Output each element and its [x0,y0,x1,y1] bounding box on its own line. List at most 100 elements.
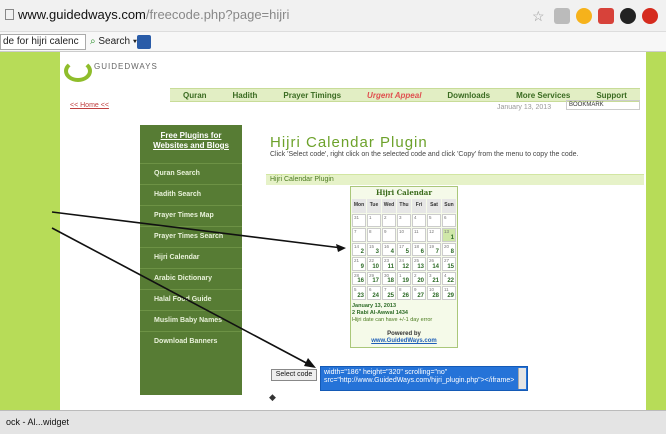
calendar-hijri-day: 3 [399,214,402,220]
extension-icon[interactable] [554,8,570,24]
site-logo[interactable]: GUIDEDWAYS [64,52,184,82]
sidebar-item-muslim-baby-names[interactable]: Muslim Baby Names [140,310,242,330]
toolbar-search-input[interactable]: de for hijri calenc [0,34,86,50]
c-icon[interactable] [576,8,592,24]
calendar-hijri-day: 7 [354,229,357,234]
code-textarea[interactable]: width="186" height="320" scrolling="no" … [320,366,528,391]
calendar-cell: 15 3 [367,242,381,256]
calendar-day-header: Thu [397,199,411,213]
calendar-gregorian-day: 24 [372,292,379,299]
sidebar-item-prayer-times-map[interactable]: Prayer Times Map [140,205,242,225]
calendar-gregorian-day: 5 [405,249,409,255]
sidebar-item-hijri-calendar[interactable]: Hijri Calendar [140,247,242,267]
opera-icon[interactable] [642,8,658,24]
calendar-gregorian-day: 16 [357,278,364,284]
calendar-hijri-day: 18 [414,243,420,249]
calendar-cell: 28 16 [352,271,366,285]
calendar-cell: 8 [367,228,381,242]
nav-quran[interactable]: Quran [183,91,207,100]
calendar-gregorian-day: 29 [447,292,454,299]
select-code-button[interactable]: Select code [271,369,317,381]
sidebar-item-quran-search[interactable]: Quran Search [140,163,242,183]
calendar-hijri-day: 9 [384,229,387,234]
calendar-cell: 22 10 [367,257,381,271]
url-path: /freecode.php?page=hijri [145,7,290,22]
home-link[interactable]: << Home << [70,102,109,109]
calendar-gregorian-day: 3 [375,249,379,255]
calendar-cell: 10 [397,228,411,242]
calendar-gregorian-day: 1 [450,234,454,241]
nav-downloads[interactable]: Downloads [447,91,490,100]
calendar-cell: 5 23 [352,286,366,300]
calendar-hijri-day: 27 [444,258,450,263]
url-field[interactable]: www.guidedways.com/freecode.php?page=hij… [0,7,289,22]
nav-support[interactable]: Support [596,91,627,100]
calendar-day-header: Fri [412,199,426,213]
taskbar [0,410,666,434]
gmail-icon[interactable] [598,8,614,24]
nav-more-services[interactable]: More Services [516,91,570,100]
sidebar-item-arabic-dictionary[interactable]: Arabic Dictionary [140,268,242,288]
sidebar-item-download-banners[interactable]: Download Banners [140,331,242,351]
calendar-day-header: Mon [352,199,366,213]
calendar-gregorian-day: 27 [417,292,424,299]
url-domain: www.guidedways.com [18,7,146,22]
calendar-hijri-day: 5 [354,287,357,292]
bookmark-button[interactable]: BOOKMARK [566,100,640,110]
plugin-label: Hijri Calendar Plugin [270,176,334,183]
calendar-cell: 16 4 [382,242,396,256]
calendar-cell: 26 14 [427,257,441,271]
calendar-hijri-day: 29 [369,272,375,278]
calendar-gregorian-day: 21 [432,278,439,284]
calendar-cell: 18 6 [412,242,426,256]
calendar-gregorian-day: 4 [390,249,394,255]
calendar-hijri-day: 8 [369,229,372,234]
calendar-gregorian-day: 19 [402,278,409,284]
calendar-hijri-day: 4 [444,272,447,278]
facebook-icon[interactable] [137,35,151,49]
star-icon[interactable]: ☆ [532,8,548,24]
calendar-cell: 7 [352,228,366,242]
calendar-hijri-day: 17 [399,243,405,249]
page-title: Hijri Calendar Plugin [270,134,428,151]
calendar-cell: 24 12 [397,257,411,271]
sidebar-item-hadith-search[interactable]: Hadith Search [140,184,242,204]
calendar-gregorian-day: 18 [387,278,394,284]
sidebar-heading[interactable]: Free Plugins for Websites and Blogs [146,131,236,151]
calendar-cell: 4 22 [442,271,456,285]
calendar-cell: 2 [382,213,396,227]
calendar-hijri-day: 20 [444,243,450,249]
calendar-gregorian-day: 20 [417,278,424,284]
calendar-gregorian-day: 12 [402,263,409,270]
calendar-cell: 27 15 [442,257,456,271]
calendar-cell: 4 [412,213,426,227]
calendar-hijri-day: 14 [354,243,360,249]
calendar-hijri-day: 3 [429,272,432,278]
calendar-hijri-day: 13 [444,229,450,234]
calendar-day-header: Wed [382,199,396,213]
search-icon: ⌕ [90,36,96,47]
nav-prayer-timings[interactable]: Prayer Timings [283,91,341,100]
toolbar-search-button[interactable]: ⌕ Search ▾ [90,34,137,50]
page-description: Click 'Select code', right click on the … [270,151,579,158]
sidebar-item-prayer-times-search[interactable]: Prayer Times Search [140,226,242,246]
calendar-hijri-day: 8 [399,287,402,292]
calendar-hijri-day: 28 [354,272,360,278]
diamond-icon: ◆ [269,392,276,402]
powered-by-link[interactable]: www.GuidedWays.com [352,338,456,345]
calendar-cell: 30 18 [382,271,396,285]
menu-icon[interactable] [620,8,636,24]
nav-urgent-appeal[interactable]: Urgent Appeal [367,91,421,100]
code-scrollbar[interactable] [518,368,526,389]
calendar-cell: 11 29 [442,286,456,300]
calendar-hijri-day: 24 [399,258,405,263]
sidebar-item-halal-food-guide[interactable]: Halal Food Guide [140,289,242,309]
calendar-hijri-day: 21 [354,258,360,263]
doc-icon [5,9,14,20]
taskbar-item[interactable]: ock - Al...widget [0,413,75,431]
calendar-gregorian-day: 25 [387,292,394,299]
powered-by-label: Powered by [387,331,421,337]
nav-hadith[interactable]: Hadith [233,91,258,100]
calendar-hijri-day: 16 [384,243,390,249]
logo-wordmark: GUIDEDWAYS [94,62,158,71]
